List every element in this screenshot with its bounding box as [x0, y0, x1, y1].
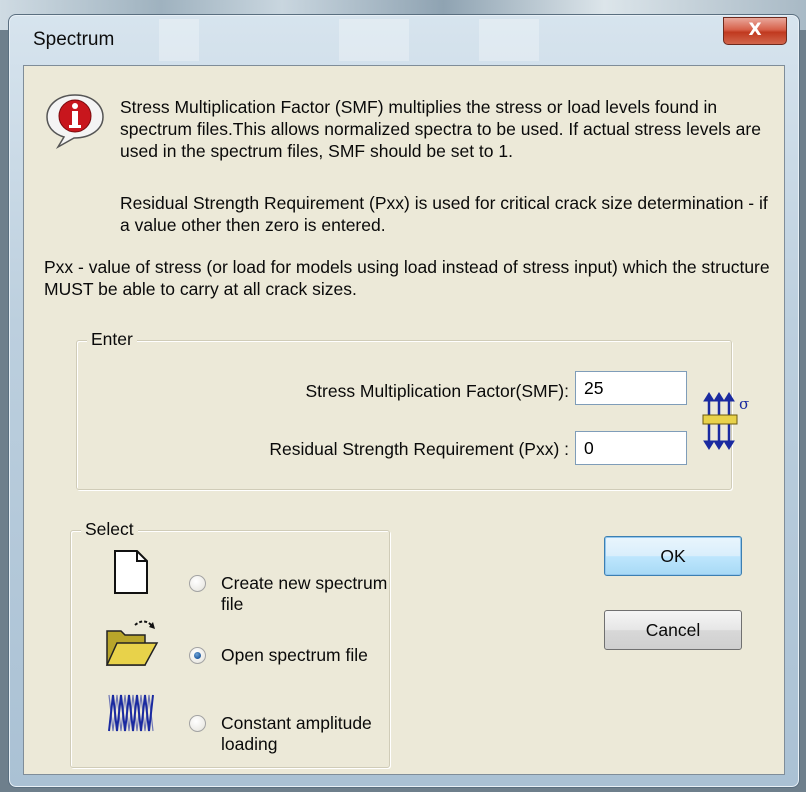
- option-label: Constant amplitude loading: [221, 713, 372, 754]
- option-label: Open spectrum file: [221, 645, 368, 665]
- pxx-definition: Pxx - value of stress (or load for model…: [44, 257, 770, 299]
- title-glass-stripe: [479, 19, 539, 61]
- info-icon: [44, 92, 106, 155]
- constant-amplitude-icon: [107, 691, 155, 740]
- title-glass-stripe: [159, 19, 199, 61]
- ok-button[interactable]: OK: [604, 536, 742, 576]
- smf-description: Stress Multiplication Factor (SMF) multi…: [120, 97, 761, 161]
- title-glass-stripe: [339, 19, 409, 61]
- new-file-icon: [111, 549, 151, 600]
- option-label: Create new spectrum file: [221, 573, 388, 614]
- pxx-label: Residual Strength Requirement (Pxx) :: [269, 439, 569, 459]
- title-bar[interactable]: Spectrum X: [9, 15, 799, 65]
- pxx-description: Residual Strength Requirement (Pxx) is u…: [120, 193, 768, 235]
- dialog-client-area: Stress Multiplication Factor (SMF) multi…: [23, 65, 785, 775]
- select-group-label: Select: [81, 519, 138, 540]
- enter-group-label: Enter: [87, 329, 137, 350]
- spectrum-dialog: Spectrum X Stress Multiplication Factor …: [8, 14, 800, 788]
- option-constant-amplitude[interactable]: Constant amplitude loading: [71, 691, 389, 754]
- close-button[interactable]: X: [723, 17, 787, 45]
- option-open-file[interactable]: Open spectrum file: [71, 617, 389, 677]
- open-folder-icon: [105, 617, 161, 674]
- select-groupbox: Select Create new spectrum file Open spe…: [70, 519, 390, 768]
- stress-specimen-icon: σ: [701, 391, 757, 456]
- radio-create-new[interactable]: [189, 575, 206, 592]
- pxx-input[interactable]: [575, 431, 687, 465]
- smf-label: Stress Multiplication Factor(SMF):: [305, 381, 569, 401]
- close-icon: X: [748, 20, 762, 40]
- radio-open-file[interactable]: [189, 647, 206, 664]
- option-create-new[interactable]: Create new spectrum file: [71, 549, 389, 614]
- cancel-button[interactable]: Cancel: [604, 610, 742, 650]
- radio-constant-amplitude[interactable]: [189, 715, 206, 732]
- enter-groupbox: Enter Stress Multiplication Factor(SMF):…: [76, 329, 749, 490]
- window-title: Spectrum: [33, 29, 115, 50]
- smf-input[interactable]: [575, 371, 687, 405]
- sigma-symbol: σ: [739, 395, 749, 413]
